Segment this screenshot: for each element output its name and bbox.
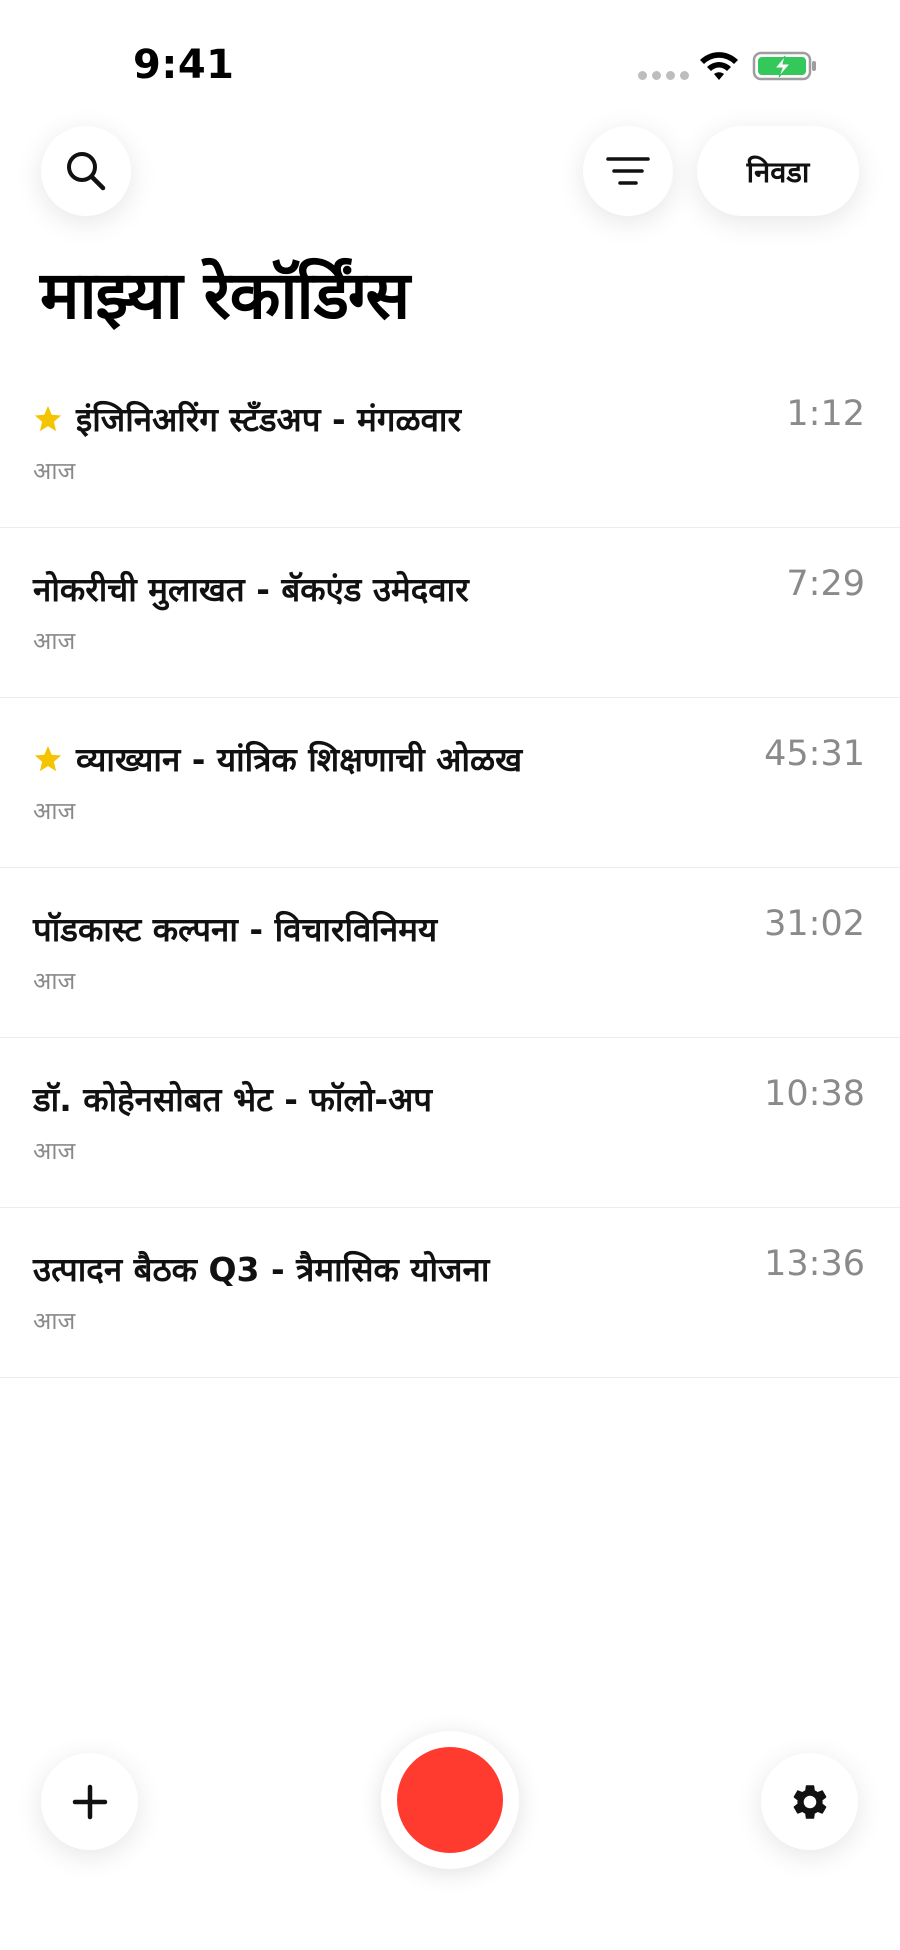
recording-title: पॉडकास्ट कल्पना - विचारविनिमय: [33, 910, 438, 949]
recording-duration: 1:12: [786, 394, 865, 434]
recording-duration: 45:31: [764, 734, 865, 774]
status-time: 9:41: [133, 42, 235, 88]
record-icon: [397, 1747, 503, 1853]
recording-title: व्याख्यान - यांत्रिक शिक्षणाची ओळख: [76, 740, 523, 779]
gear-icon: [793, 1784, 826, 1819]
recording-date: आज: [33, 627, 76, 655]
recording-item[interactable]: उत्पादन बैठक Q3 - त्रैमासिक योजना आज 13:…: [0, 1208, 900, 1378]
recording-duration: 31:02: [764, 904, 865, 944]
recording-item[interactable]: नोकरीची मुलाखत - बॅकएंड उमेदवार आज 7:29: [0, 528, 900, 698]
recording-title: इंजिनिअरिंग स्टँडअप - मंगळवार: [76, 400, 461, 439]
settings-button[interactable]: [761, 1753, 858, 1850]
select-button[interactable]: निवडा: [697, 126, 859, 216]
recordings-screen: 9:41 निवडा माझ्या रेकॉर्डिंग्स इंजिनिअरि…: [0, 0, 900, 1950]
recording-date: आज: [33, 1307, 76, 1335]
record-button[interactable]: [381, 1731, 519, 1869]
recording-duration: 13:36: [764, 1244, 865, 1284]
status-bar: 9:41: [0, 0, 900, 130]
filter-button[interactable]: [583, 126, 673, 216]
recordings-list: इंजिनिअरिंग स्टँडअप - मंगळवार आज 1:12 नो…: [0, 358, 900, 1378]
recording-date: आज: [33, 797, 76, 825]
add-button[interactable]: [41, 1753, 138, 1850]
recording-duration: 7:29: [786, 564, 865, 604]
search-button[interactable]: [41, 126, 131, 216]
recording-item[interactable]: डॉ. कोहेनसोबत भेट - फॉलो-अप आज 10:38: [0, 1038, 900, 1208]
page-title: माझ्या रेकॉर्डिंग्स: [40, 257, 410, 334]
recording-item[interactable]: पॉडकास्ट कल्पना - विचारविनिमय आज 31:02: [0, 868, 900, 1038]
wifi-icon: [700, 52, 738, 80]
filter-lines-icon: [606, 157, 650, 185]
recording-title: नोकरीची मुलाखत - बॅकएंड उमेदवार: [33, 570, 469, 609]
plus-icon: [72, 1784, 107, 1819]
battery-charging-icon: [752, 51, 816, 81]
recording-duration: 10:38: [764, 1074, 865, 1114]
recording-item[interactable]: इंजिनिअरिंग स्टँडअप - मंगळवार आज 1:12: [0, 358, 900, 528]
search-icon: [67, 152, 106, 191]
recording-date: आज: [33, 967, 76, 995]
recording-date: आज: [33, 1137, 76, 1165]
recording-date: आज: [33, 457, 76, 485]
star-icon: [34, 745, 62, 771]
signal-dots-icon: [638, 71, 689, 80]
recording-item[interactable]: व्याख्यान - यांत्रिक शिक्षणाची ओळख आज 45…: [0, 698, 900, 868]
recording-title: डॉ. कोहेनसोबत भेट - फॉलो-अप: [33, 1080, 433, 1119]
star-icon: [34, 405, 62, 431]
recording-title: उत्पादन बैठक Q3 - त्रैमासिक योजना: [33, 1250, 490, 1289]
